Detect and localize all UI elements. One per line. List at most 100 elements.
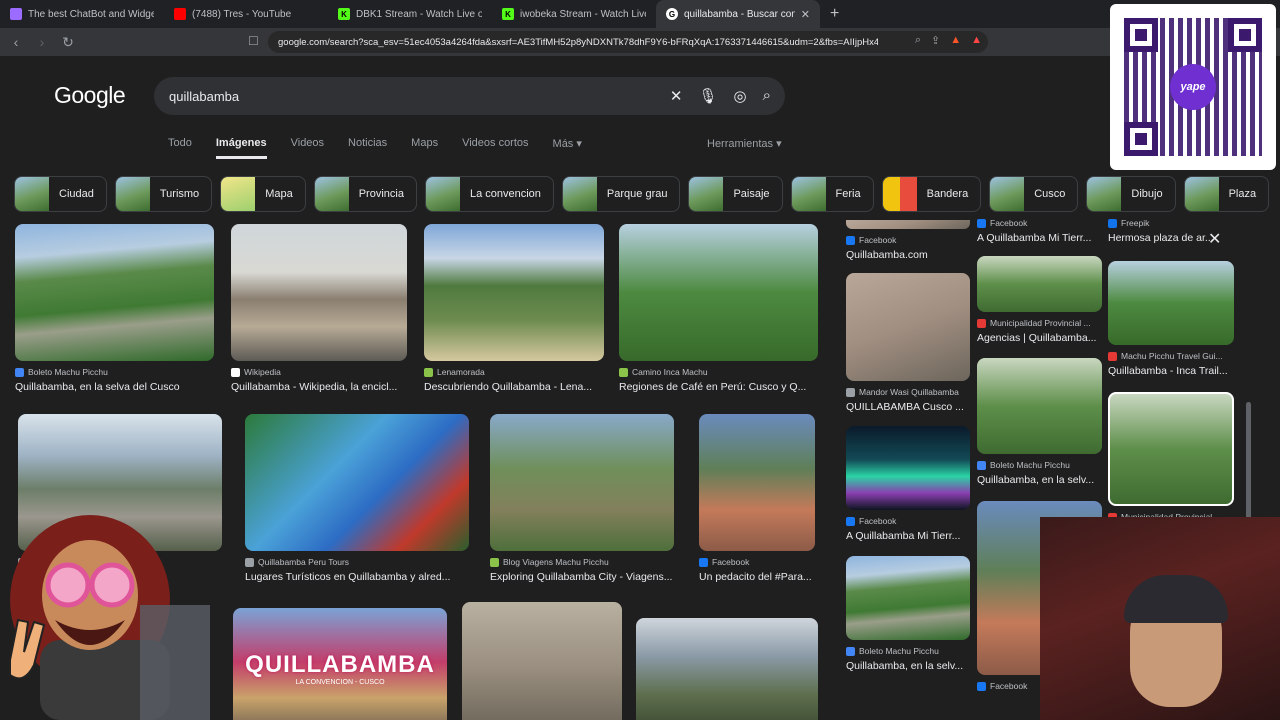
tab-noticias[interactable]: Noticias [348, 137, 387, 159]
image-result[interactable]: Wikipedia Quillabamba - Wikipedia, la en… [231, 224, 407, 393]
chip-plaza[interactable]: Plaza [1183, 176, 1270, 212]
side-result[interactable]: Mandor Wasi Quillabamba QUILLABAMBA Cusc… [846, 273, 970, 413]
image-result[interactable]: Facebook Un pedacito del #Para... [699, 414, 815, 583]
new-tab-button[interactable]: + [820, 5, 849, 23]
result-image[interactable] [231, 224, 407, 361]
result-image[interactable]: QUILLABAMBA LA CONVENCION - CUSCO [233, 608, 447, 720]
chip-ciudad[interactable]: Ciudad [14, 176, 107, 212]
browser-tab-active[interactable]: Gquillabamba - Buscar con Google ✕ [656, 0, 820, 28]
tab-maps[interactable]: Maps [411, 137, 438, 159]
result-image[interactable] [424, 224, 604, 361]
result-title[interactable]: A Quillabamba Mi Tierr... [977, 232, 1102, 244]
chip-bandera[interactable]: Bandera [881, 176, 982, 212]
result-image[interactable] [699, 414, 815, 551]
chip-dibujo[interactable]: Dibujo [1086, 176, 1176, 212]
share-icon[interactable]: ⇪ [931, 34, 940, 47]
search-input[interactable]: quillabamba ✕ 🎙 ◎ ⌕ [154, 77, 785, 115]
result-title[interactable]: Quillabamba, en la selv... [977, 474, 1102, 486]
side-result[interactable]: Facebook Quillabamba.com [846, 220, 970, 261]
result-title[interactable]: Regiones de Café en Perú: Cusco y Q... [619, 381, 818, 393]
image-result[interactable]: Camino Inca Machu Regiones de Café en Pe… [619, 224, 818, 393]
result-title[interactable]: Exploring Quillabamba City - Viagens... [490, 571, 674, 583]
result-image[interactable] [846, 273, 970, 381]
address-bar[interactable]: google.com/search?sca_esv=51ec4053a4264f… [268, 31, 988, 53]
result-image[interactable] [977, 256, 1102, 312]
image-result[interactable] [636, 618, 818, 720]
tab-mas[interactable]: Más ▾ [553, 137, 582, 159]
result-image[interactable] [846, 220, 970, 229]
result-image[interactable] [15, 224, 214, 361]
result-image[interactable] [462, 602, 622, 720]
side-result[interactable]: Boleto Machu Picchu Quillabamba, en la s… [846, 556, 970, 672]
result-title[interactable]: Agencias | Quillabamba... [977, 332, 1102, 344]
result-title[interactable]: QUILLABAMBA Cusco ... [846, 401, 970, 413]
side-result[interactable]: Municipalidad Provincial ... Agencias | … [977, 256, 1102, 344]
chip-parque-grau[interactable]: Parque grau [561, 176, 681, 212]
tab-title: quillabamba - Buscar con Google [684, 8, 795, 20]
image-result[interactable]: Quillabamba Peru Tours Lugares Turístico… [245, 414, 469, 583]
chip-mapa[interactable]: Mapa [220, 176, 306, 212]
reload-icon[interactable]: ↻ [58, 34, 78, 51]
search-icon[interactable]: ⌕ [763, 87, 771, 105]
result-image[interactable] [490, 414, 674, 551]
result-title[interactable]: Quillabamba, en la selva del Cusco [15, 381, 214, 393]
result-image[interactable] [1108, 261, 1234, 345]
result-title[interactable]: Descubriendo Quillabamba - Lena... [424, 381, 604, 393]
result-title[interactable]: A Quillabamba Mi Tierr... [846, 530, 970, 542]
image-result[interactable]: Boleto Machu Picchu Quillabamba, en la s… [15, 224, 214, 393]
chip-paisaje[interactable]: Paisaje [688, 176, 783, 212]
tab-videos[interactable]: Videos [291, 137, 324, 159]
image-result[interactable] [462, 602, 622, 720]
result-title[interactable]: Quillabamba - Inca Trail... [1108, 365, 1234, 377]
result-title[interactable]: Quillabamba, en la selv... [846, 660, 970, 672]
chip-turismo[interactable]: Turismo [114, 176, 213, 212]
result-source: Facebook [846, 235, 970, 245]
rewards-icon[interactable]: ▲ [971, 34, 982, 47]
tab-imagenes[interactable]: Imágenes [215, 137, 267, 159]
result-image[interactable] [977, 358, 1102, 454]
result-image[interactable] [1108, 392, 1234, 506]
forward-icon[interactable]: › [32, 34, 52, 50]
image-result[interactable]: QUILLABAMBA LA CONVENCION - CUSCO [233, 608, 447, 720]
image-result[interactable]: Lenamorada Descubriendo Quillabamba - Le… [424, 224, 604, 393]
tools-button[interactable]: Herramientas ▾ [707, 137, 782, 150]
side-result[interactable]: Facebook A Quillabamba Mi Tierr... [977, 212, 1102, 244]
chip-feria[interactable]: Feria [790, 176, 874, 212]
close-panel-icon[interactable]: ✕ [1208, 229, 1221, 249]
chip-la-convencion[interactable]: La convencion [424, 176, 554, 212]
side-result[interactable]: Facebook A Quillabamba Mi Tierr... [846, 426, 970, 542]
chip-provincia[interactable]: Provincia [313, 176, 417, 212]
zoom-icon[interactable]: ⌕ [915, 34, 921, 47]
microphone-icon[interactable]: 🎙 [698, 87, 717, 105]
close-tab-icon[interactable]: ✕ [801, 8, 810, 21]
browser-tab[interactable]: Kiwobeka Stream - Watch Live on [492, 0, 656, 28]
side-result[interactable]: Machu Picchu Travel Gui... Quillabamba -… [1108, 261, 1234, 377]
image-result[interactable]: Blog Viagens Machu Picchu Exploring Quil… [490, 414, 674, 583]
result-image[interactable] [636, 618, 818, 720]
result-title[interactable]: Quillabamba - Wikipedia, la encicl... [231, 381, 407, 393]
result-title[interactable]: Quillabamba.com [846, 249, 970, 261]
result-title[interactable]: Un pedacito del #Para... [699, 571, 815, 583]
result-source: Camino Inca Machu [619, 367, 818, 377]
side-result[interactable]: Municipalidad Provincial [1108, 392, 1234, 522]
result-title[interactable]: Lugares Turísticos en Quillabamba y alre… [245, 571, 469, 583]
back-icon[interactable]: ‹ [6, 34, 26, 50]
result-image[interactable] [619, 224, 818, 361]
google-logo[interactable]: Google [54, 82, 126, 109]
tab-videos-cortos[interactable]: Videos cortos [462, 137, 528, 159]
chip-label: La convencion [469, 188, 541, 200]
browser-tab[interactable]: The best ChatBot and Widgets for Kic [0, 0, 164, 28]
lens-icon[interactable]: ◎ [734, 87, 747, 105]
result-source: Boleto Machu Picchu [977, 460, 1102, 470]
result-image[interactable] [245, 414, 469, 551]
brave-shield-icon[interactable]: ▲ [950, 34, 961, 47]
chip-cusco[interactable]: Cusco [989, 176, 1079, 212]
result-image[interactable] [846, 426, 970, 510]
tab-todo[interactable]: Todo [168, 137, 192, 159]
browser-tab[interactable]: K DBK1 Stream - Watch Live on Kick [328, 0, 492, 28]
bookmark-icon[interactable]: ☐ [248, 34, 259, 48]
side-result[interactable]: Boleto Machu Picchu Quillabamba, en la s… [977, 358, 1102, 486]
browser-tab[interactable]: (7488) Tres - YouTube [164, 0, 328, 28]
result-image[interactable] [846, 556, 970, 640]
clear-icon[interactable]: ✕ [670, 87, 683, 105]
